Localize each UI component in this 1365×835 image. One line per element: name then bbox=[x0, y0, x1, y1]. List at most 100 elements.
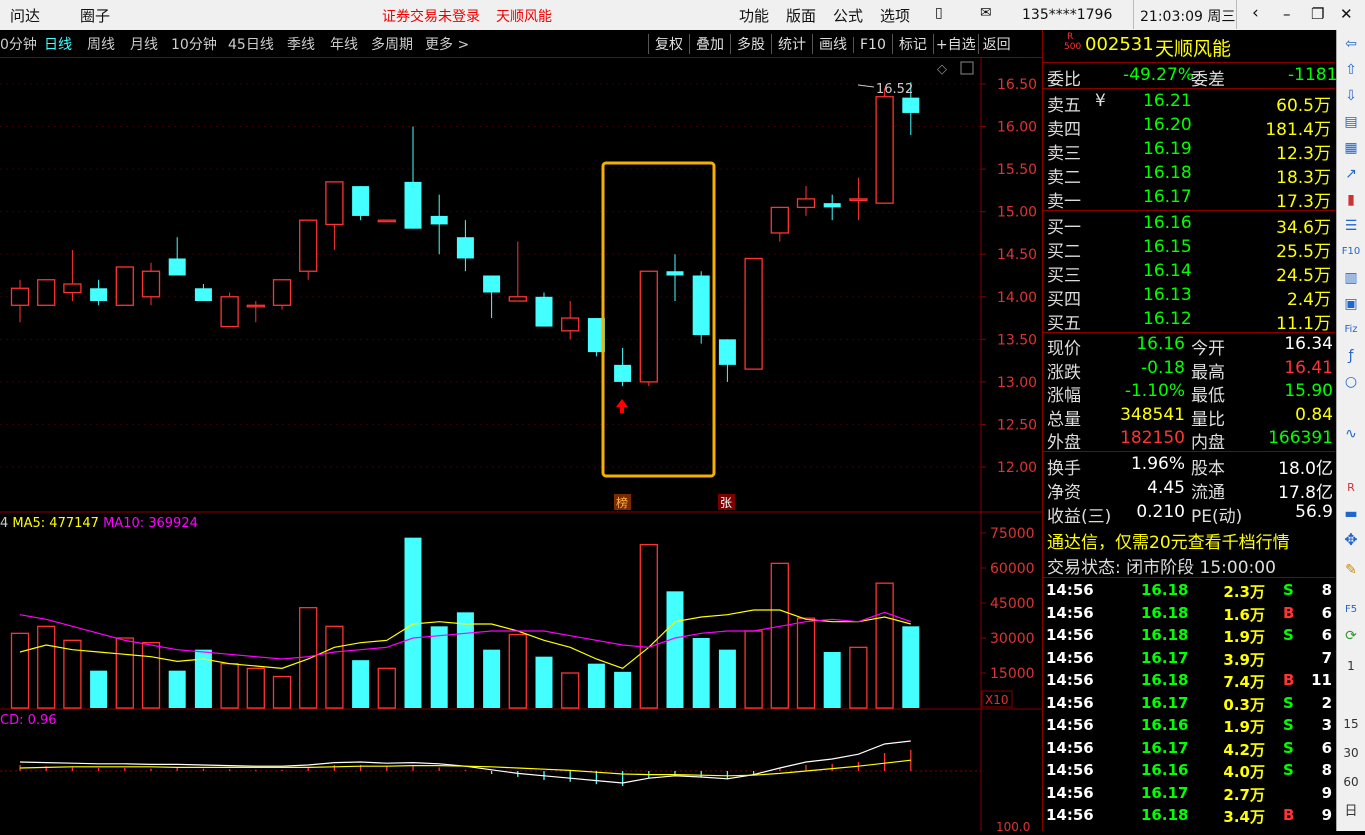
tool-multi-stock[interactable]: 多股 bbox=[730, 34, 771, 54]
volume-bar bbox=[587, 663, 605, 708]
tool-mark[interactable]: 标记 bbox=[891, 34, 933, 54]
bid-label: 买四 bbox=[1047, 290, 1081, 310]
ask-label: 卖二 bbox=[1047, 168, 1081, 188]
price-tick-label: 13.00 bbox=[997, 375, 1037, 391]
close-icon[interactable]: ✕ bbox=[1340, 5, 1353, 23]
ask-row[interactable]: 卖三 16.19 12.3万 bbox=[1043, 139, 1335, 164]
arrow-up-icon[interactable]: ⇧ bbox=[1341, 60, 1361, 80]
candle-icon[interactable]: ▮ bbox=[1341, 190, 1361, 210]
tool-statistics[interactable]: 统计 bbox=[771, 34, 812, 54]
trend-icon[interactable]: ↗ bbox=[1341, 164, 1361, 184]
stock-name[interactable]: 天顺风能 bbox=[1155, 34, 1231, 61]
chart-bar-icon[interactable]: ▬ bbox=[1341, 504, 1361, 524]
phone-icon[interactable]: ▯ bbox=[935, 5, 943, 21]
bid-row[interactable]: 买二 16.15 25.5万 bbox=[1043, 237, 1335, 262]
tool-add-watchlist[interactable]: +自选 bbox=[932, 34, 978, 54]
menu-layout[interactable]: 版面 bbox=[786, 5, 816, 26]
tool-f10[interactable]: F10 bbox=[853, 37, 892, 53]
menu-wenda[interactable]: 问达 bbox=[10, 5, 40, 26]
tick-row: 14:56 16.18 3.4万 B 9 bbox=[1043, 805, 1335, 827]
fiz-icon[interactable]: Fiz bbox=[1341, 320, 1361, 340]
menu-function[interactable]: 功能 bbox=[739, 5, 769, 26]
f5-icon[interactable]: F5 bbox=[1341, 600, 1361, 620]
tick-volume: 2.3万 bbox=[1223, 583, 1265, 601]
tick-volume: 4.0万 bbox=[1223, 763, 1265, 781]
tool-draw-line[interactable]: 画线 bbox=[812, 34, 853, 54]
account-id[interactable]: 135****1796 bbox=[1022, 7, 1112, 23]
promo-banner[interactable]: 通达信，仅需20元查看千档行情 bbox=[1043, 528, 1335, 554]
period-tab-more[interactable]: 更多 > bbox=[425, 34, 469, 54]
back-arrow-icon[interactable]: ‹ bbox=[1252, 3, 1259, 23]
period-tab-multi[interactable]: 多周期 bbox=[371, 34, 413, 54]
bid-row[interactable]: 买四 16.13 2.4万 bbox=[1043, 285, 1335, 310]
tool-back[interactable]: 返回 bbox=[977, 34, 1015, 54]
minimize-icon[interactable]: – bbox=[1283, 5, 1291, 23]
period-60-button[interactable]: 60 bbox=[1341, 772, 1361, 792]
menu-options[interactable]: 选项 bbox=[880, 5, 910, 26]
self-select-icon[interactable]: ▣ bbox=[1341, 294, 1361, 314]
max-price-label: 16.52 bbox=[876, 82, 913, 97]
list-icon[interactable]: ☰ bbox=[1341, 216, 1361, 236]
bid-row[interactable]: 买三 16.14 24.5万 bbox=[1043, 261, 1335, 286]
period-tab-10min[interactable]: 10分钟 bbox=[171, 34, 217, 54]
trade-status-label: 交易状态: bbox=[1047, 558, 1121, 578]
period-day-button[interactable]: 日 bbox=[1341, 802, 1361, 822]
period-1-button[interactable]: 1 bbox=[1341, 656, 1361, 676]
ask-row[interactable]: 卖四 16.20 181.4万 bbox=[1043, 115, 1335, 140]
period-30-button[interactable]: 30 bbox=[1341, 743, 1361, 763]
candle-body bbox=[299, 219, 318, 272]
kline-chart[interactable]: 16.50 16.00 15.50 15.00 14.50 14.00 13.50 13.00… bbox=[0, 57, 1042, 834]
bid-volume: 2.4万 bbox=[1286, 290, 1331, 310]
move-icon[interactable]: ✥ bbox=[1341, 530, 1361, 550]
grid-icon[interactable]: ▦ bbox=[1341, 138, 1361, 158]
r-icon[interactable]: R bbox=[1341, 478, 1361, 498]
message-icon[interactable]: ✉ bbox=[980, 5, 992, 21]
ask-row[interactable]: 卖二 16.18 18.3万 bbox=[1043, 163, 1335, 188]
ask-row[interactable]: 卖五 ¥ 16.21 60.5万 bbox=[1043, 91, 1335, 116]
pencil-icon[interactable]: ✎ bbox=[1341, 560, 1361, 580]
pulse-icon[interactable]: ∿ bbox=[1341, 424, 1361, 444]
arrow-down-icon[interactable]: ⇩ bbox=[1341, 86, 1361, 106]
refresh-icon[interactable]: ⟳ bbox=[1341, 626, 1361, 646]
period-tab-daily[interactable]: 日线 bbox=[44, 34, 72, 54]
chart-toolbar: 复权 叠加 多股 统计 画线 F10 标记 +自选 返回 bbox=[648, 30, 1015, 57]
quote-panel: R 500 002531 天顺风能 委比 -49.27% 委差 -1181 卖五… bbox=[1042, 30, 1337, 831]
formula-icon[interactable]: ƒ bbox=[1341, 346, 1361, 366]
candle-body bbox=[483, 275, 501, 293]
tick-price: 16.17 bbox=[1141, 783, 1189, 802]
diamond-icon[interactable]: ◇ bbox=[937, 62, 947, 77]
f10-icon[interactable]: F10 bbox=[1341, 242, 1361, 262]
bid-row[interactable]: 买一 16.16 34.6万 bbox=[1043, 213, 1335, 238]
tick-volume: 3.9万 bbox=[1223, 650, 1265, 669]
table-icon[interactable]: ▥ bbox=[1341, 268, 1361, 288]
ask-row[interactable]: 卖一 16.17 17.3万 bbox=[1043, 187, 1335, 212]
bid-row[interactable]: 买五 16.12 11.1万 bbox=[1043, 309, 1335, 334]
tool-fuquan[interactable]: 复权 bbox=[648, 34, 689, 54]
volume-bar bbox=[456, 612, 474, 708]
period-tab-weekly[interactable]: 周线 bbox=[87, 34, 115, 54]
period-tab-monthly[interactable]: 月线 bbox=[130, 34, 158, 54]
volume-tick-label: 30000 bbox=[990, 631, 1035, 647]
period-tab-45day[interactable]: 45日线 bbox=[228, 34, 274, 54]
login-notice[interactable]: 证券交易未登录 bbox=[382, 6, 480, 26]
marker-zhang-text: 张 bbox=[720, 496, 732, 510]
search-icon[interactable]: ○ bbox=[1341, 372, 1361, 392]
news-icon[interactable]: ▤ bbox=[1341, 112, 1361, 132]
menu-quanzi[interactable]: 圈子 bbox=[80, 5, 110, 26]
restore-icon[interactable]: ❐ bbox=[1311, 5, 1324, 23]
tick-time: 14:56 bbox=[1046, 783, 1094, 802]
tick-price: 16.16 bbox=[1141, 761, 1189, 779]
period-15-button[interactable]: 15 bbox=[1341, 714, 1361, 734]
kline-chart-svg[interactable]: 16.50 16.00 15.50 15.00 14.50 14.00 13.50 13.00… bbox=[0, 57, 1042, 834]
arrow-left-icon[interactable]: ⇦ bbox=[1341, 34, 1361, 54]
period-tab-minute[interactable]: 0分钟 bbox=[0, 34, 37, 54]
stock-code[interactable]: 002531 bbox=[1085, 34, 1154, 55]
tool-overlay[interactable]: 叠加 bbox=[689, 34, 730, 54]
period-tab-yearly[interactable]: 年线 bbox=[330, 34, 358, 54]
volume-bar bbox=[272, 675, 292, 709]
panel-toggle-icon[interactable] bbox=[960, 61, 974, 75]
period-tab-quarterly[interactable]: 季线 bbox=[287, 34, 315, 54]
menu-formula[interactable]: 公式 bbox=[833, 5, 863, 26]
volume-bar bbox=[325, 625, 344, 709]
tick-price: 16.18 bbox=[1141, 626, 1189, 644]
